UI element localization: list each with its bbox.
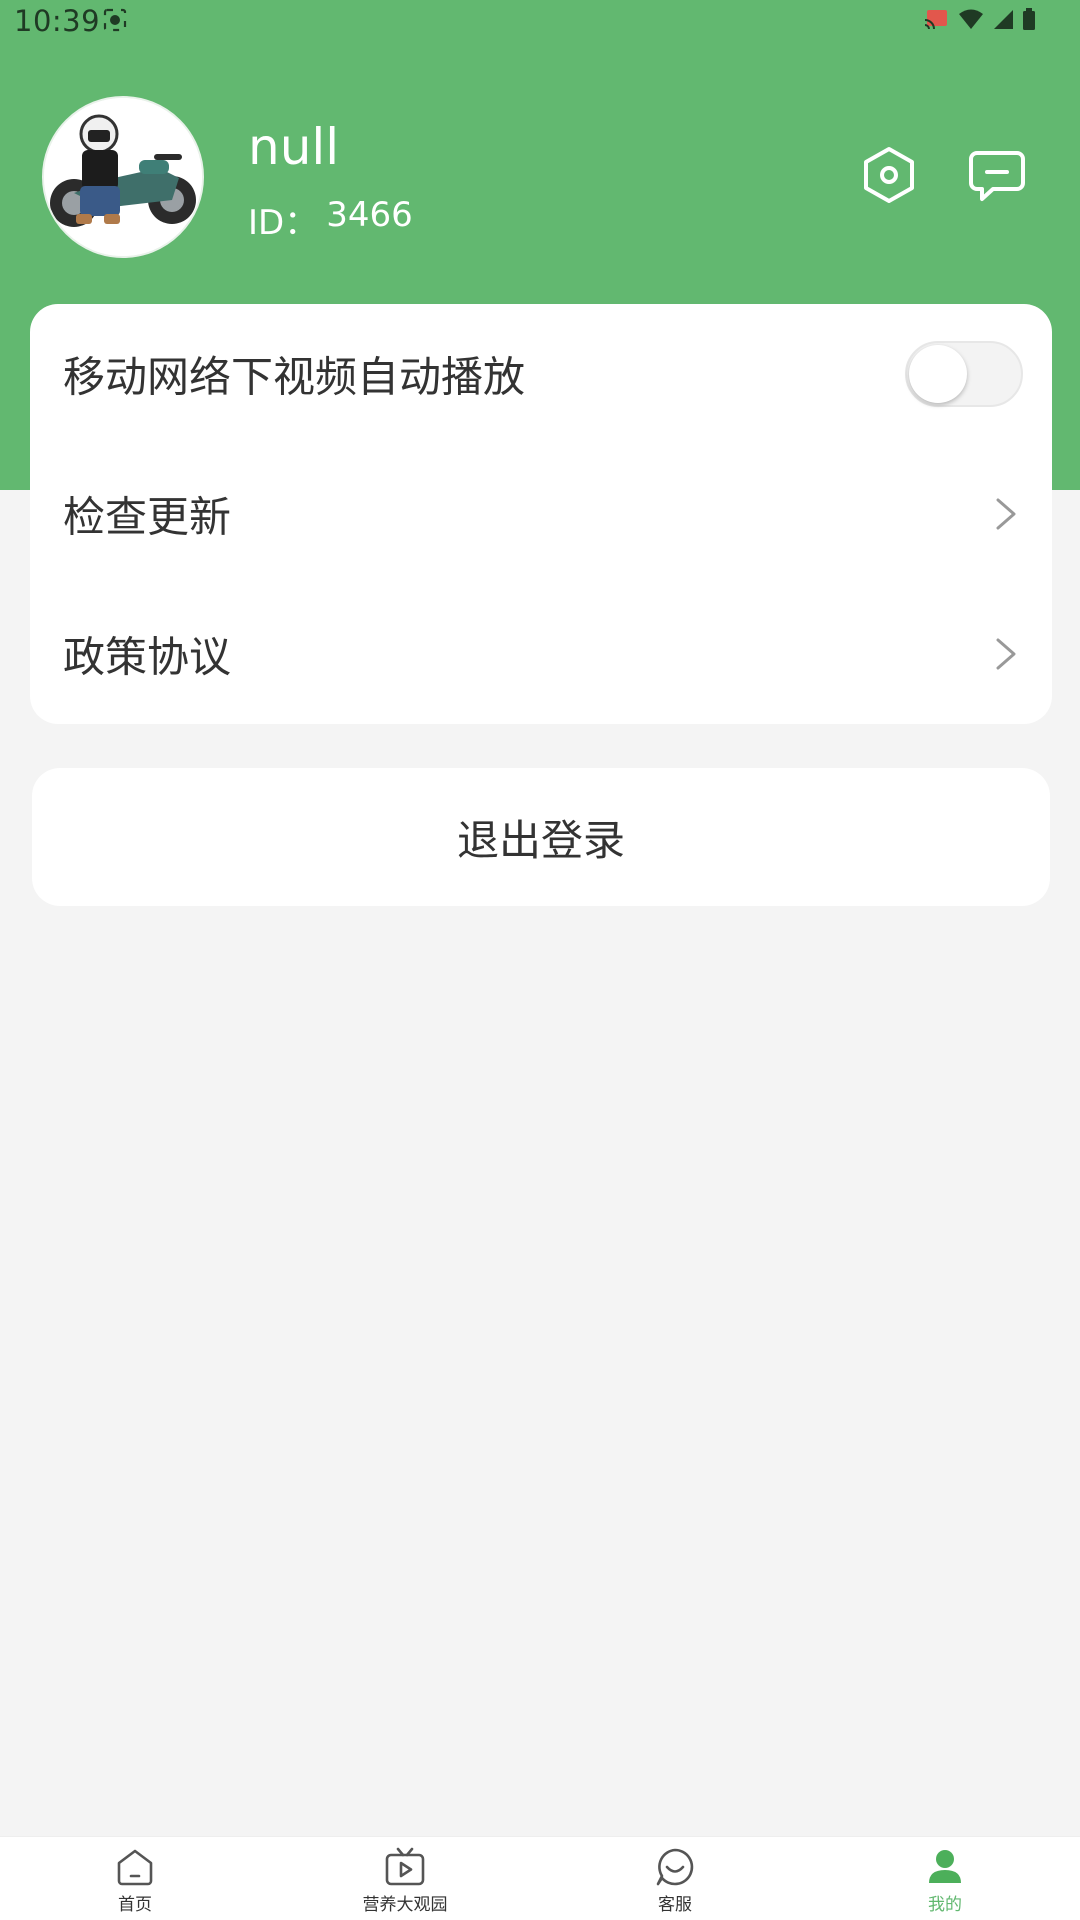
settings-card: 移动网络下视频自动播放 检查更新 政策协议 [30, 304, 1052, 724]
logout-label: 退出登录 [456, 815, 625, 865]
settings-icon[interactable] [859, 145, 919, 205]
logout-button[interactable]: 退出登录 [32, 768, 1050, 906]
avatar[interactable] [42, 96, 204, 258]
username: null [248, 118, 340, 176]
chevron-right-icon [996, 498, 1016, 530]
nav-item-nutrition[interactable]: 营养大观园 [270, 1837, 540, 1920]
user-icon [929, 1850, 961, 1883]
wifi-icon [959, 9, 983, 29]
setting-row-autoplay: 移动网络下视频自动播放 [30, 304, 1052, 444]
setting-row-policy[interactable]: 政策协议 [30, 584, 1052, 724]
signal-icon [994, 10, 1013, 29]
nav-label: 首页 [118, 1895, 152, 1915]
autoplay-toggle[interactable] [905, 341, 1023, 407]
nav-item-home[interactable]: 首页 [0, 1837, 270, 1920]
tv-play-icon [385, 1847, 425, 1886]
home-icon [117, 1849, 153, 1886]
user-id-label: ID： [248, 203, 319, 243]
nav-label: 我的 [928, 1895, 962, 1915]
chevron-right-icon [996, 638, 1016, 670]
nav-label: 客服 [658, 1895, 692, 1915]
screenshot-icon [103, 8, 127, 32]
user-id: ID： 3466 [248, 195, 413, 244]
nav-item-support[interactable]: 客服 [540, 1837, 810, 1920]
profile-page: 10:39 null ID： 3466 移动网络下视频自动播放 检查更新 政策协… [0, 0, 1080, 1920]
message-icon[interactable] [967, 145, 1027, 205]
battery-icon [1023, 8, 1035, 30]
setting-label: 政策协议 [63, 632, 232, 682]
user-id-value: 3466 [326, 195, 413, 235]
toggle-knob [909, 345, 967, 403]
status-bar: 10:39 [0, 0, 1080, 44]
nav-label: 营养大观园 [362, 1895, 448, 1915]
setting-label: 检查更新 [63, 492, 232, 542]
status-time: 10:39 [14, 4, 101, 38]
bottom-nav: 首页 营养大观园 客服 我的 [0, 1836, 1080, 1920]
avatar-image [44, 98, 202, 256]
setting-row-check-update[interactable]: 检查更新 [30, 444, 1052, 584]
cast-icon [924, 10, 947, 30]
setting-label: 移动网络下视频自动播放 [63, 352, 526, 402]
chat-smile-icon [656, 1848, 694, 1886]
status-icons [924, 8, 1036, 30]
nav-item-mine[interactable]: 我的 [810, 1837, 1080, 1920]
